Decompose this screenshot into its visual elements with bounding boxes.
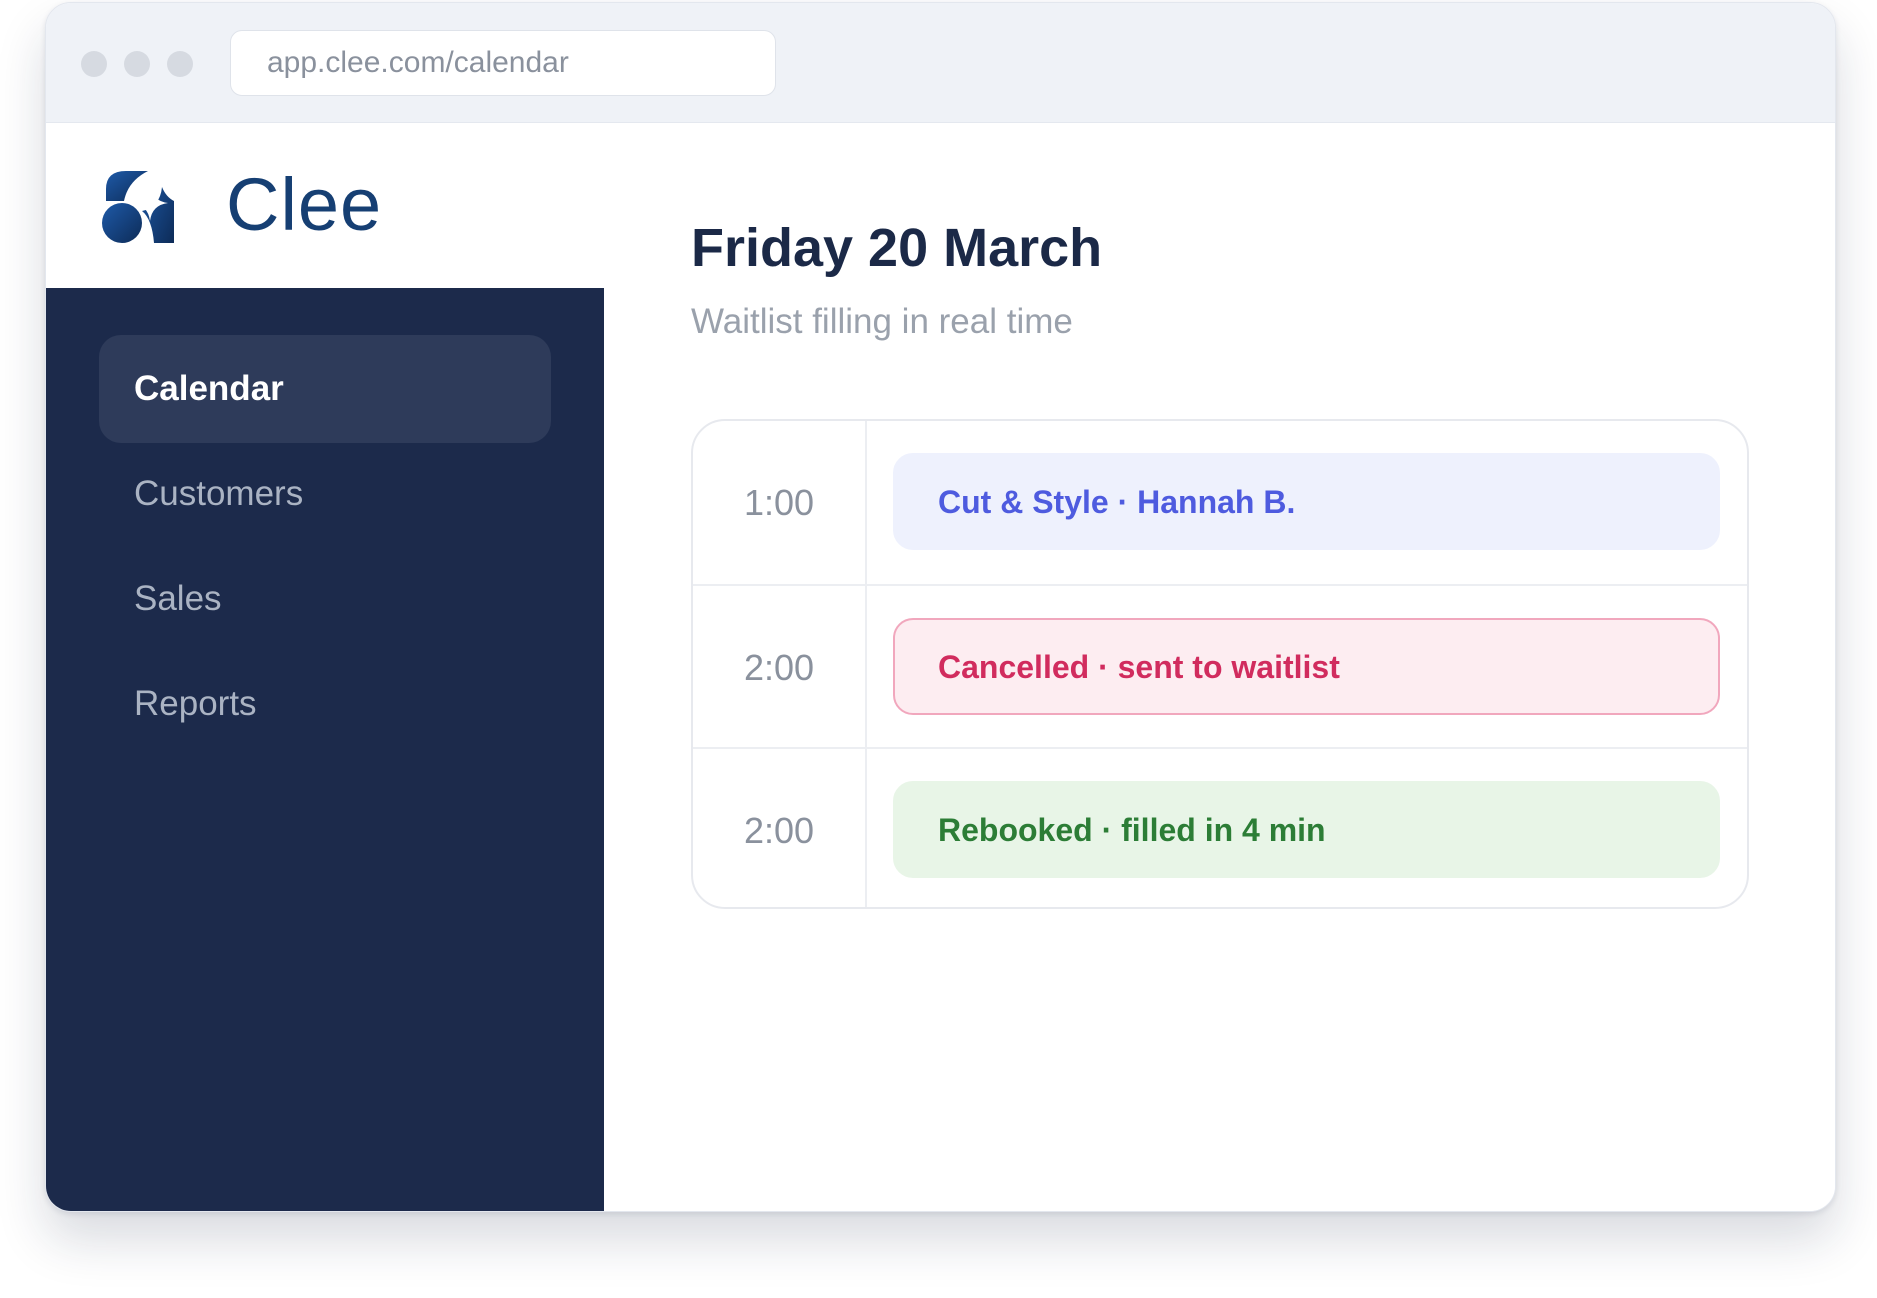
cancelled-event[interactable]: Cancelled · sent to waitlist	[893, 618, 1720, 715]
brand-name: Clee	[226, 163, 383, 246]
window-minimize-dot[interactable]	[124, 51, 150, 77]
time-slot: 1:00	[743, 482, 815, 523]
schedule-row: 2:00 Rebooked · filled in 4 min	[693, 747, 1747, 907]
sidebar: Calendar Customers Sales Reports	[46, 288, 604, 1211]
clee-logo-icon	[102, 171, 174, 243]
sidebar-item-calendar[interactable]: Calendar	[99, 335, 551, 443]
sidebar-item-reports[interactable]: Reports	[99, 650, 551, 758]
time-slot: 2:00	[743, 647, 815, 688]
address-bar[interactable]: app.clee.com/calendar	[230, 30, 776, 96]
browser-chrome: app.clee.com/calendar	[46, 3, 1835, 123]
time-slot: 2:00	[743, 810, 815, 851]
page-subtitle: Waitlist filling in real time	[691, 302, 1073, 341]
page-title: Friday 20 March	[691, 218, 1103, 278]
rebooked-event[interactable]: Rebooked · filled in 4 min	[893, 781, 1720, 878]
sidebar-item-sales[interactable]: Sales	[99, 545, 551, 653]
appointment-event[interactable]: Cut & Style · Hannah B.	[893, 453, 1720, 550]
schedule-row: 2:00 Cancelled · sent to waitlist	[693, 584, 1747, 747]
schedule-card: 1:00 Cut & Style · Hannah B. 2:00 Cancel…	[691, 419, 1749, 909]
sidebar-item-customers[interactable]: Customers	[99, 440, 551, 548]
window-close-dot[interactable]	[81, 51, 107, 77]
window-maximize-dot[interactable]	[167, 51, 193, 77]
browser-window: app.clee.com/calendar Clee Calendar Cust…	[45, 2, 1836, 1212]
schedule-row: 1:00 Cut & Style · Hannah B.	[693, 421, 1747, 584]
main-content: Friday 20 March Waitlist filling in real…	[604, 123, 1835, 1211]
brand-header: Clee	[46, 123, 604, 288]
